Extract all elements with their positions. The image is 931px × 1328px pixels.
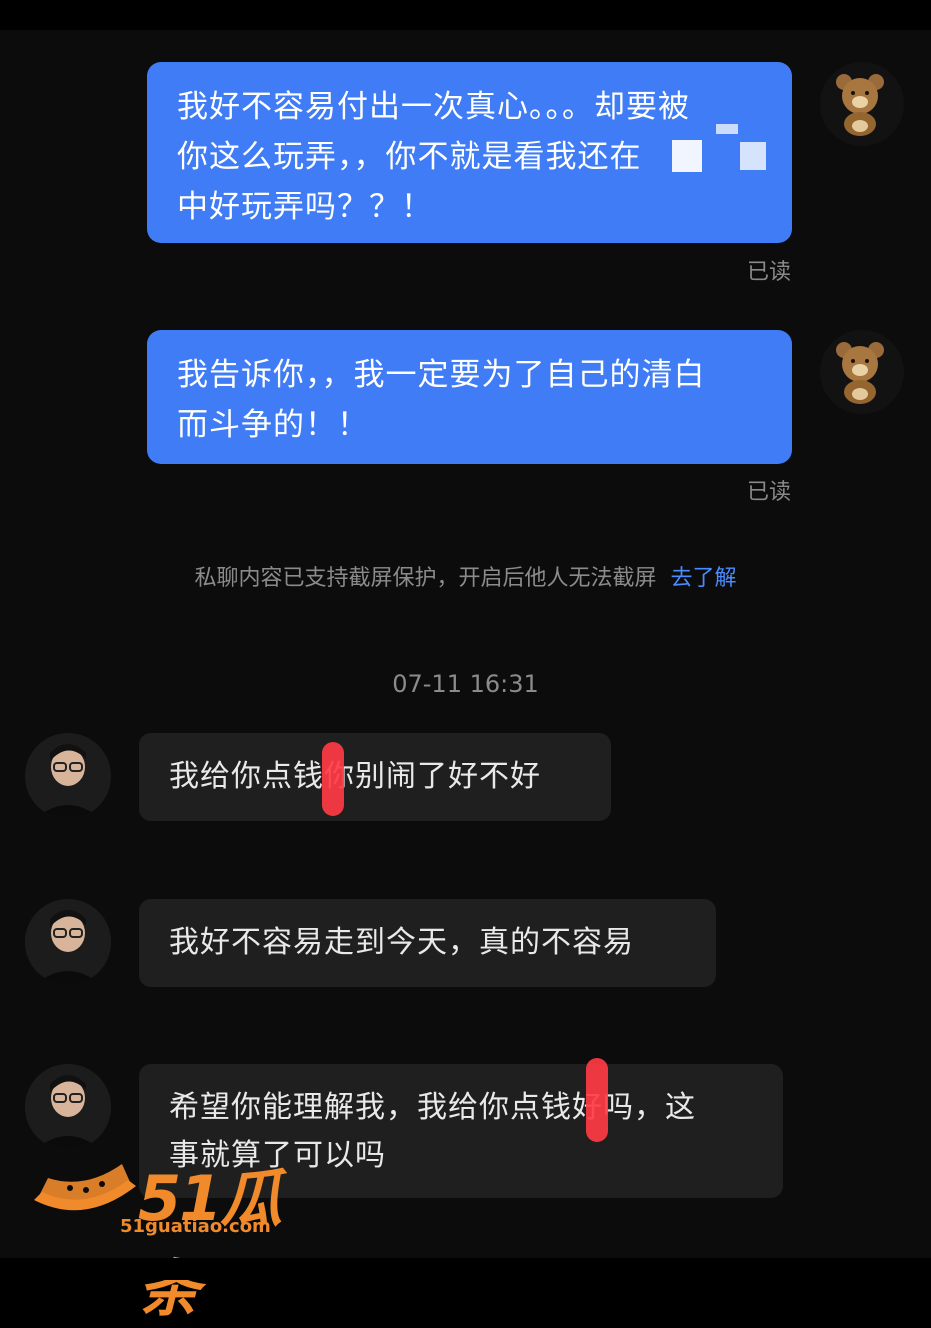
person-avatar-icon <box>25 899 111 985</box>
redaction-blur <box>672 140 702 172</box>
watermark-logo: 51瓜条 51guatiao.com <box>30 1150 330 1325</box>
outgoing-message-bubble[interactable]: 我告诉你，，我一定要为了自己的清白 而斗争的！！ <box>147 330 792 464</box>
watermark-brand: 51瓜条 <box>138 1162 282 1325</box>
message-line: 而斗争的！！ <box>177 407 369 443</box>
message-line: 中好玩弄吗？？！ <box>177 189 433 225</box>
message-line: 我告诉你，，我一定要为了自己的清白 <box>177 357 706 393</box>
message-line: 希望你能理解我，我给你点钱好吗，这 <box>169 1090 696 1125</box>
bottom-bar <box>0 1258 931 1280</box>
incoming-message-bubble[interactable]: 我好不容易走到今天，真的不容易 <box>139 899 716 987</box>
redaction-blur <box>716 124 738 134</box>
avatar[interactable] <box>820 62 904 146</box>
avatar[interactable] <box>25 899 111 985</box>
incoming-message-bubble[interactable]: 我给你点钱你别闹了好不好 <box>139 733 611 821</box>
watermark-url: 51guatiao.com <box>120 1216 271 1237</box>
avatar[interactable] <box>25 733 111 819</box>
person-avatar-icon <box>25 1064 111 1150</box>
person-avatar-icon <box>25 733 111 819</box>
avatar[interactable] <box>820 330 904 414</box>
redaction-mark <box>586 1058 608 1142</box>
redaction-blur <box>740 142 766 170</box>
message-line: 我好不容易走到今天，真的不容易 <box>169 925 634 960</box>
chat-screen: 我好不容易付出一次真心。。。却要被 你这么玩弄，，你不就是看我还在 中好玩弄吗？… <box>0 0 931 1325</box>
bear-avatar-icon <box>820 62 904 146</box>
read-receipt: 已读 <box>746 480 791 505</box>
read-receipt: 已读 <box>746 260 791 285</box>
bear-avatar-icon <box>820 330 904 414</box>
learn-more-link[interactable]: 去了解 <box>671 566 737 591</box>
top-bar <box>0 0 931 30</box>
redaction-mark <box>322 742 344 816</box>
message-timestamp: 07-11 16:31 <box>392 670 539 698</box>
notice-text: 私聊内容已支持截屏保护，开启后他人无法截屏 <box>194 566 657 591</box>
message-line: 我给你点钱你别闹了好不好 <box>169 759 541 794</box>
screenshot-protection-notice: 私聊内容已支持截屏保护，开启后他人无法截屏 去了解 <box>0 560 931 592</box>
message-line: 我好不容易付出一次真心。。。却要被 <box>177 89 690 125</box>
avatar[interactable] <box>25 1064 111 1150</box>
